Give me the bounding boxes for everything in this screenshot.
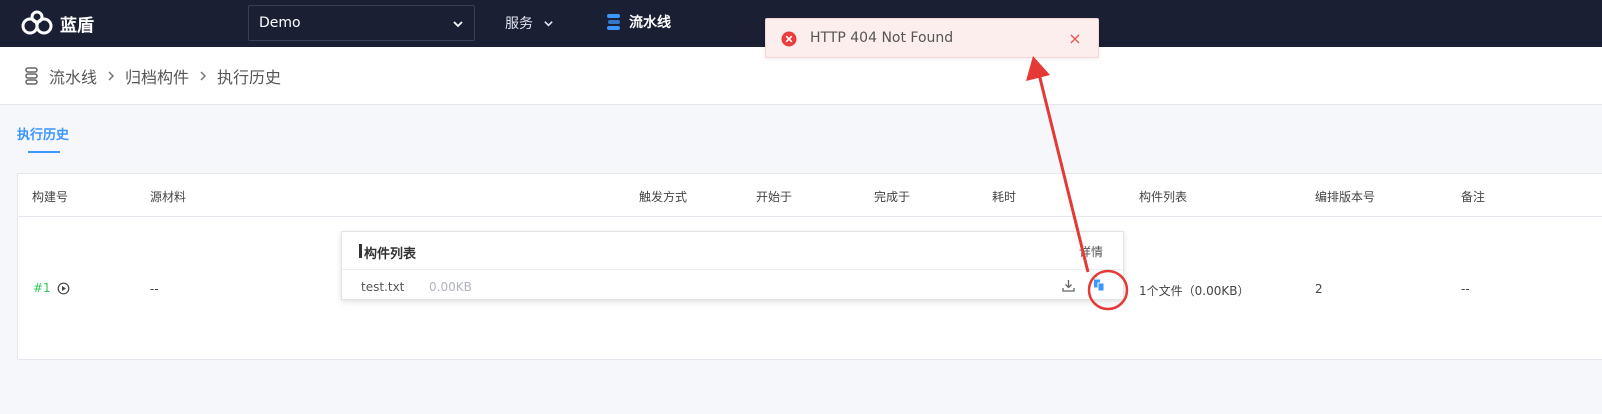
popover-detail-link[interactable]: 详情 <box>1079 243 1103 260</box>
nav-service-label: 服务 <box>505 16 533 32</box>
header-remark: 备注 <box>1461 190 1486 204</box>
tab-execution-history[interactable]: 执行历史 <box>17 124 69 143</box>
cell-remark: -- <box>1461 282 1470 296</box>
header-start: 开始于 <box>756 190 793 204</box>
cell-source: -- <box>150 282 159 296</box>
header-end: 完成于 <box>874 190 911 204</box>
logo-icon <box>21 10 53 35</box>
header-version: 编排版本号 <box>1315 190 1376 204</box>
toast-message: HTTP 404 Not Found <box>810 30 954 46</box>
pipeline-icon <box>607 14 620 30</box>
popover-title: 构件列表 <box>364 247 417 262</box>
breadcrumb-item-archive[interactable]: 归档构件 <box>125 64 189 88</box>
error-toast: HTTP 404 Not Found × <box>765 18 1099 58</box>
popover-title-bar <box>359 244 362 258</box>
project-select-value: Demo <box>259 15 301 31</box>
build-number-link[interactable]: #1 <box>33 281 70 295</box>
logo[interactable]: 蓝盾 <box>20 9 94 37</box>
header-trigger: 触发方式 <box>639 190 688 204</box>
artifact-popover: 构件列表 详情 test.txt 0.00KB <box>341 231 1124 300</box>
cell-version: 2 <box>1315 282 1323 296</box>
download-icon[interactable] <box>1061 278 1076 293</box>
nav-pipeline[interactable]: 流水线 <box>604 12 671 32</box>
nav-pipeline-label: 流水线 <box>629 15 671 31</box>
play-circle-icon <box>57 282 70 294</box>
chevron-down-icon <box>453 21 463 28</box>
tab-underline <box>28 151 60 153</box>
header-source: 源材料 <box>150 190 187 204</box>
popover-header: 构件列表 详情 <box>342 232 1123 270</box>
chevron-right-icon <box>108 70 115 81</box>
breadcrumb-item-pipeline[interactable]: 流水线 <box>49 64 97 88</box>
project-select[interactable]: Demo <box>248 5 475 41</box>
artifact-file-name: test.txt <box>361 280 405 294</box>
copy-icon[interactable] <box>1092 278 1106 292</box>
pipeline-icon <box>25 66 38 85</box>
close-icon[interactable]: × <box>1067 31 1083 47</box>
error-icon <box>781 31 797 47</box>
chevron-down-icon <box>544 20 553 27</box>
table-header: 构建号 源材料 触发方式 开始于 完成于 耗时 构件列表 编排版本号 备注 <box>18 174 1602 217</box>
header-artifacts: 构件列表 <box>1139 190 1188 204</box>
header-duration: 耗时 <box>992 190 1017 204</box>
artifact-file-size: 0.00KB <box>429 280 472 294</box>
header-build-no: 构建号 <box>32 190 69 204</box>
build-number: #1 <box>33 281 51 295</box>
cell-artifacts[interactable]: 1个文件（0.00KB） <box>1139 282 1249 299</box>
chevron-right-icon <box>200 70 207 81</box>
nav-service-menu[interactable]: 服务 <box>505 13 554 33</box>
app-name: 蓝盾 <box>60 15 94 36</box>
breadcrumb-item-history: 执行历史 <box>217 67 282 87</box>
